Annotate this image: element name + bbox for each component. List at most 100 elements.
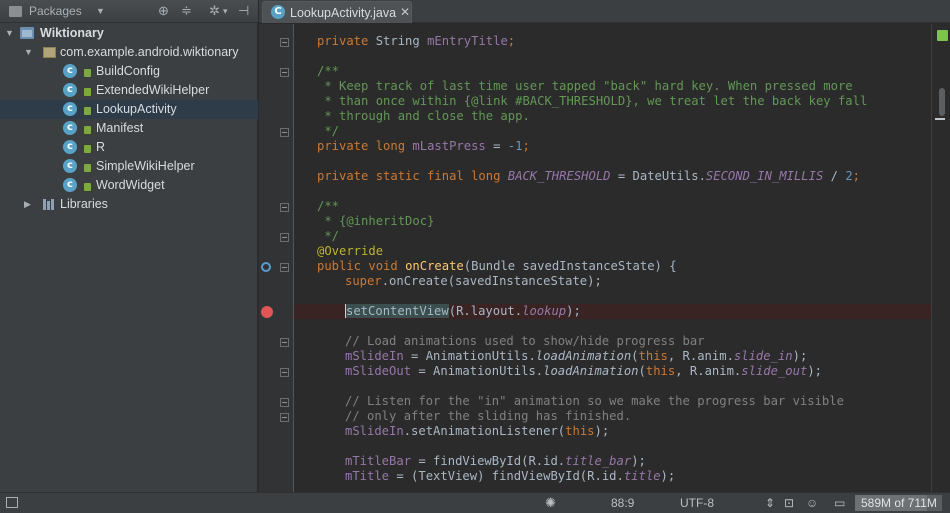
tool-windows-icon[interactable] [6,497,18,508]
tree-item-label: LookupActivity [96,102,177,116]
tree-item-label: com.example.android.wiktionary [60,45,239,59]
code-line: mSlideOut = AnimationUtils.loadAnimation… [345,364,822,378]
event-log-icon[interactable]: ▭ [834,496,845,510]
editor-gutter[interactable] [259,24,294,492]
expand-arrow-icon[interactable]: ▶ [24,199,31,210]
status-bar: ✺ 88:9 UTF-8 ⇕ ⊡ ☺ ▭ 589M of 711M [0,492,950,513]
tree-item-extendedwikihelper[interactable]: c ExtendedWikiHelper [0,81,258,100]
class-icon: c [63,159,77,173]
code-line: // Listen for the "in" animation so we m… [345,394,844,408]
code-line: */ [317,124,340,138]
tree-item-simplewikihelper[interactable]: c SimpleWikiHelper [0,157,258,176]
code-line: mTitle = (TextView) findViewById(R.id.ti… [345,469,676,483]
code-line: private long mLastPress = -1; [317,139,530,153]
code-line: * through and close the app. [317,109,530,123]
tree-item-package[interactable]: ▼ com.example.android.wiktionary [0,43,258,62]
tree-item-label: WordWidget [96,178,165,192]
inspection-ok-icon[interactable] [937,30,948,41]
code-line: private static final long BACK_THRESHOLD… [317,169,861,183]
spinner-icon: ✺ [545,495,556,510]
tree-item-buildconfig[interactable]: c BuildConfig [0,62,258,81]
memory-label: 589M of 711M [861,496,937,510]
fold-marker-icon[interactable] [280,413,289,422]
tab-label: LookupActivity.java [290,6,397,20]
breakpoint-icon[interactable] [261,306,273,318]
inspector-icon[interactable]: ☺ [806,496,818,510]
expand-arrow-icon[interactable]: ▼ [24,47,33,57]
tree-item-label: Libraries [60,197,108,211]
code-line: private String mEntryTitle; [317,34,516,48]
tree-item-label: Wiktionary [40,26,104,40]
fold-marker-icon[interactable] [280,68,289,77]
lock-icon [84,69,91,77]
lock-icon[interactable]: ⊡ [784,496,794,510]
tab-lookupactivity[interactable]: C LookupActivity.java ✕ [262,1,412,23]
target-icon[interactable]: ⊕ [158,3,169,19]
fold-marker-icon[interactable] [280,368,289,377]
class-icon: c [63,83,77,97]
tree-item-label: ExtendedWikiHelper [96,83,210,97]
lock-icon [84,126,91,134]
scroll-position-marker [935,118,945,120]
fold-marker-icon[interactable] [280,203,289,212]
tree-item-wordwidget[interactable]: c WordWidget [0,176,258,195]
gear-icon[interactable]: ✲ [209,3,220,19]
collapse-all-icon[interactable]: ≑ [181,3,192,19]
fold-marker-icon[interactable] [280,263,289,272]
code-line: mSlideIn = AnimationUtils.loadAnimation(… [345,349,808,363]
editor-tab-bar: C LookupActivity.java ✕ [259,0,950,23]
code-line: mSlideIn.setAnimationListener(this); [345,424,610,438]
code-line: public void onCreate(Bundle savedInstanc… [317,259,677,273]
code-editor[interactable]: private String mEntryTitle; /** * Keep t… [295,24,931,492]
module-folder-icon [20,27,34,39]
class-icon: c [63,121,77,135]
hide-panel-icon[interactable]: ⊣ [238,3,249,19]
view-selector[interactable]: Packages [29,4,82,18]
encoding-selector-icon[interactable]: ⇕ [765,496,775,510]
tree-item-manifest[interactable]: c Manifest [0,119,258,138]
caret-position[interactable]: 88:9 [611,496,634,510]
file-encoding[interactable]: UTF-8 [680,496,714,510]
close-icon[interactable]: ✕ [400,5,410,19]
code-line: // Load animations used to show/hide pro… [345,334,705,348]
gear-dropdown-icon[interactable]: ▾ [223,6,228,17]
tree-item-wiktionary[interactable]: ▼ Wiktionary [0,24,258,43]
code-line: */ [317,229,340,243]
code-line: /** [317,64,340,78]
tree-item-label: BuildConfig [96,64,160,78]
scroll-thumb[interactable] [939,88,945,116]
lock-icon [84,145,91,153]
tree-item-label: R [96,140,106,154]
code-line: @Override [317,244,384,258]
fold-marker-icon[interactable] [280,38,289,47]
fold-marker-icon[interactable] [280,233,289,242]
tree-item-lookupactivity[interactable]: c LookupActivity [0,100,258,119]
code-line: // only after the sliding has finished. [345,409,632,423]
class-icon: c [63,140,77,154]
libraries-icon [43,199,56,210]
code-line: * Keep track of last time user tapped "b… [317,79,853,93]
code-line-breakpoint: setContentView(R.layout.lookup); [295,304,931,319]
code-line: * than once within {@link #BACK_THRESHOL… [317,94,868,108]
fold-marker-icon[interactable] [280,128,289,137]
chevron-down-icon[interactable]: ▼ [96,6,105,16]
package-icon [43,47,56,58]
code-line: * {@inheritDoc} [317,214,435,228]
fold-marker-icon[interactable] [280,338,289,347]
lock-icon [84,107,91,115]
editor-scrollbar[interactable] [931,24,950,492]
tree-item-label: Manifest [96,121,144,135]
tree-item-label: SimpleWikiHelper [96,159,195,173]
override-method-icon[interactable] [261,262,271,272]
code-line: mTitleBar = findViewById(R.id.title_bar)… [345,454,646,468]
class-icon: c [63,64,77,78]
lock-icon [84,183,91,191]
tree-item-r[interactable]: c R [0,138,258,157]
expand-arrow-icon[interactable]: ▼ [5,28,14,38]
class-icon: C [271,5,285,19]
memory-indicator[interactable]: 589M of 711M [855,495,942,511]
class-icon: c [63,102,77,116]
code-line: /** [317,199,340,213]
fold-marker-icon[interactable] [280,398,289,407]
tree-item-libraries[interactable]: ▶ Libraries [0,195,258,214]
